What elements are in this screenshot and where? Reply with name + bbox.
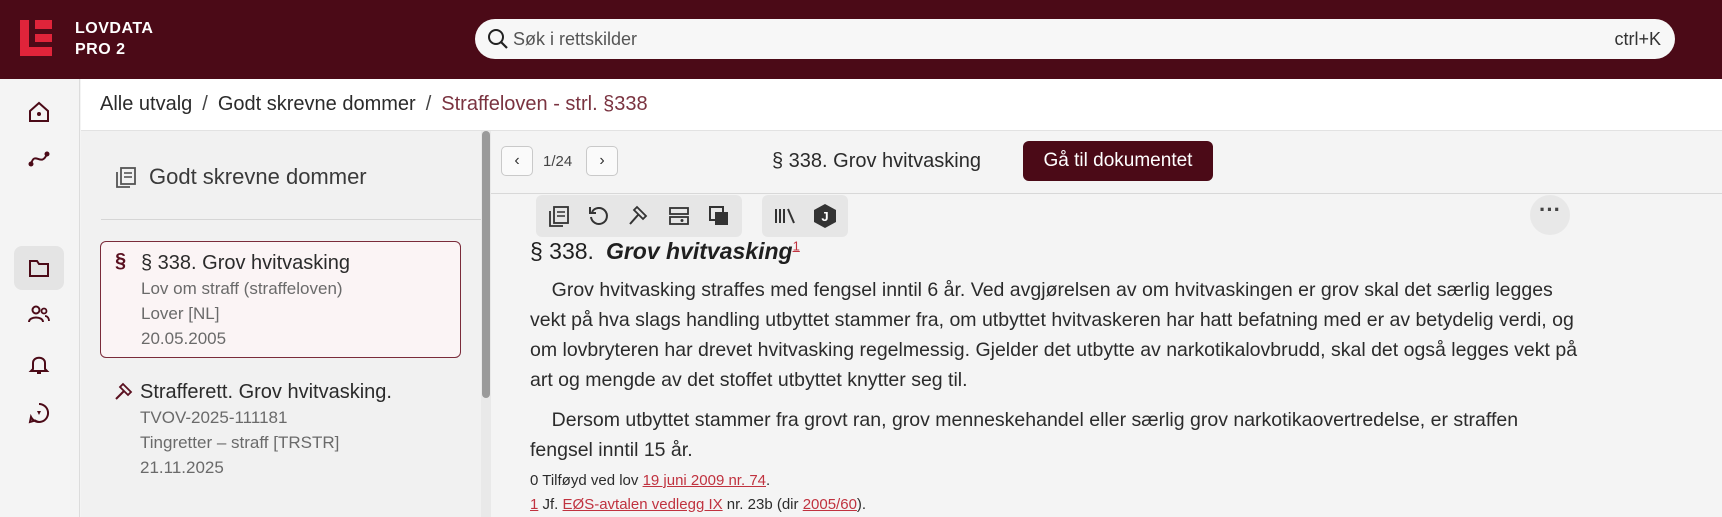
list-item-title: Strafferett. Grov hvitvasking. bbox=[140, 381, 392, 403]
cards-icon bbox=[669, 207, 689, 225]
footnote-1-mid: nr. 23b (dir bbox=[726, 496, 799, 513]
section-number: § 338. bbox=[530, 238, 594, 264]
copy-icon bbox=[709, 206, 728, 225]
rail-notifications-button[interactable] bbox=[14, 342, 64, 386]
list-item-source: Lover [NL] bbox=[141, 304, 220, 323]
rail-folder-button[interactable] bbox=[14, 246, 64, 290]
breadcrumb-separator: / bbox=[425, 93, 432, 115]
breadcrumb: Alle utvalg / Godt skrevne dommer / Straffel… bbox=[100, 93, 648, 116]
list-scrollbar[interactable] bbox=[481, 131, 491, 517]
brand-name[interactable]: LOVDATA PRO 2 bbox=[75, 18, 153, 60]
home-icon bbox=[29, 101, 49, 122]
tool-group-primary bbox=[536, 195, 742, 237]
goto-document-button[interactable]: Gå til dokumentet bbox=[1023, 141, 1213, 181]
footnote-1-suffix: ). bbox=[856, 496, 867, 513]
document-toolbar: ‹ 1/24 › § 338. Grov hvitvasking Gå til … bbox=[491, 131, 1722, 194]
footnote-1-number[interactable]: 1 bbox=[530, 496, 538, 513]
breadcrumb-item-current: Straffeloven - strl. §338 bbox=[441, 93, 648, 115]
documents-icon bbox=[549, 206, 569, 227]
more-options-button[interactable]: ··· bbox=[1530, 195, 1570, 235]
rail-home-button[interactable] bbox=[14, 90, 64, 134]
cards-tool-button[interactable] bbox=[662, 199, 696, 233]
history-icon bbox=[589, 207, 608, 225]
list-item-source: Tingretter – straff [TRSTR] bbox=[140, 433, 340, 452]
svg-text:J: J bbox=[821, 209, 828, 224]
bell-icon bbox=[28, 356, 50, 374]
list-item[interactable]: Strafferett. Grov hvitvasking. TVOV-2025… bbox=[100, 371, 461, 481]
search-shortcut: ctrl+K bbox=[1614, 29, 1661, 49]
history-tool-button[interactable] bbox=[582, 199, 616, 233]
documents-icon bbox=[116, 167, 136, 188]
top-bar: LOVDATA PRO 2 Søk i rettskilder ctrl+K bbox=[0, 0, 1722, 79]
list-pane: Godt skrevne dommer § § 338. Grov hvitva… bbox=[81, 131, 481, 517]
feedback-icon bbox=[28, 402, 50, 424]
list-item[interactable]: § § 338. Grov hvitvasking Lov om straff … bbox=[100, 241, 461, 358]
gavel-icon bbox=[115, 382, 133, 400]
paragraph-icon: § bbox=[115, 250, 127, 272]
search-input[interactable]: Søk i rettskilder bbox=[513, 29, 637, 50]
list-title: Godt skrevne dommer bbox=[149, 164, 367, 189]
next-document-button[interactable]: › bbox=[586, 146, 618, 176]
footnote-1: 1 Jf. EØS-avtalen vedlegg IX nr. 23b (di… bbox=[530, 496, 866, 513]
paragraph-2-text: Dersom utbyttet stammer fra grovt ran, g… bbox=[530, 409, 1519, 461]
rail-feedback-button[interactable] bbox=[14, 391, 64, 435]
section-heading: § 338. Grov hvitvasking1 bbox=[530, 238, 800, 265]
footnote-0-prefix: 0 Tilføyd ved lov bbox=[530, 472, 639, 489]
library-icon bbox=[775, 208, 795, 224]
lovdata-logo-icon[interactable] bbox=[20, 20, 56, 56]
pager-count: 1/24 bbox=[543, 153, 573, 170]
journal-tool-button[interactable]: J bbox=[808, 199, 842, 233]
scrollbar-thumb[interactable] bbox=[482, 131, 490, 398]
list-item-subtitle: Lov om straff (straffeloven) bbox=[141, 279, 343, 298]
breadcrumb-item-alle-utvalg[interactable]: Alle utvalg bbox=[100, 93, 192, 115]
copy-tool-button[interactable] bbox=[702, 199, 736, 233]
section-name: Grov hvitvasking bbox=[605, 238, 793, 264]
gavel-icon bbox=[629, 205, 648, 225]
list-item-title: § 338. Grov hvitvasking bbox=[141, 252, 350, 274]
breadcrumb-item-godt-skrevne-dommer[interactable]: Godt skrevne dommer bbox=[218, 93, 416, 115]
footnote-1-directive-link[interactable]: 2005/60 bbox=[803, 496, 857, 513]
prev-document-button[interactable]: ‹ bbox=[501, 146, 533, 176]
search-icon bbox=[488, 29, 508, 49]
footnote-0-law-link[interactable]: 19 juni 2009 nr. 74 bbox=[643, 472, 766, 489]
list-item-subtitle: TVOV-2025-111181 bbox=[140, 408, 288, 427]
list-header: Godt skrevne dommer bbox=[115, 164, 367, 190]
footnote-0-suffix: . bbox=[766, 472, 771, 489]
left-rail bbox=[0, 79, 80, 517]
list-divider bbox=[101, 219, 481, 220]
section-footnote-link[interactable]: 1 bbox=[793, 238, 800, 253]
list-item-date: 21.11.2025 bbox=[140, 458, 224, 477]
breadcrumb-separator: / bbox=[202, 93, 208, 115]
rail-graph-button[interactable] bbox=[14, 136, 64, 180]
gavel-tool-button[interactable] bbox=[622, 199, 656, 233]
document-tools: J bbox=[536, 195, 848, 237]
footnote-0: 0 Tilføyd ved lov 19 juni 2009 nr. 74. bbox=[530, 472, 770, 489]
tool-group-secondary: J bbox=[762, 195, 848, 237]
graph-icon bbox=[28, 151, 50, 167]
users-icon bbox=[28, 305, 50, 323]
paragraph-1-text: Grov hvitvasking straffes med fengsel in… bbox=[530, 279, 1578, 391]
journal-icon: J bbox=[814, 204, 836, 228]
folder-icon bbox=[29, 260, 49, 277]
library-tool-button[interactable] bbox=[768, 199, 802, 233]
document-pane: ‹ 1/24 › § 338. Grov hvitvasking Gå til … bbox=[491, 131, 1722, 517]
search-bar[interactable]: Søk i rettskilder ctrl+K bbox=[475, 19, 1675, 59]
footnote-1-prefix: Jf. bbox=[542, 496, 559, 513]
breadcrumb-bar: Alle utvalg / Godt skrevne dommer / Straffel… bbox=[81, 79, 1722, 131]
brand-line-2: PRO 2 bbox=[75, 41, 126, 58]
footnote-1-eos-link[interactable]: EØS-avtalen vedlegg IX bbox=[563, 496, 723, 513]
brand-line-1: LOVDATA bbox=[75, 20, 154, 37]
paragraph-1: Grov hvitvasking straffes med fengsel in… bbox=[530, 275, 1580, 395]
paragraph-2: Dersom utbyttet stammer fra grovt ran, g… bbox=[530, 405, 1580, 465]
rail-users-button[interactable] bbox=[14, 292, 64, 336]
documents-tool-button[interactable] bbox=[542, 199, 576, 233]
list-item-date: 20.05.2005 bbox=[141, 329, 227, 348]
document-title: § 338. Grov hvitvasking bbox=[772, 150, 981, 172]
